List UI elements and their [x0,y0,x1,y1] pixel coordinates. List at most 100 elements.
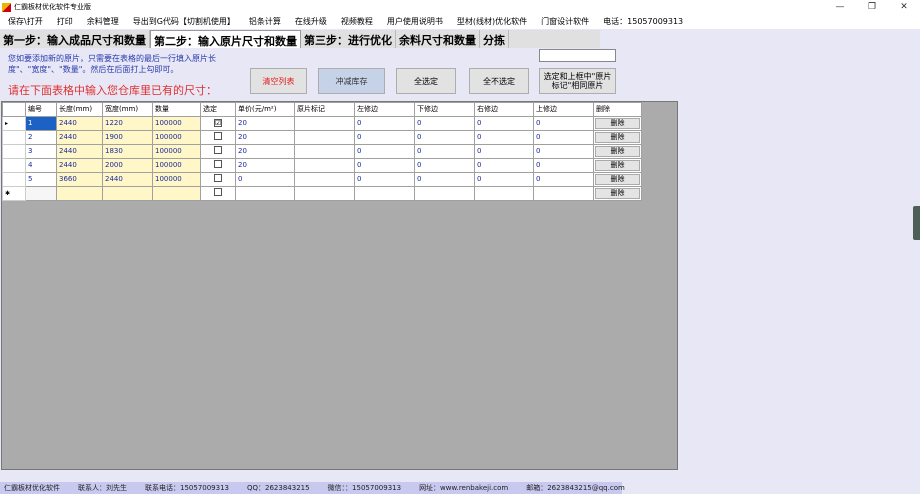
cell-selected[interactable] [200,171,236,187]
selected-checkbox[interactable] [214,188,222,197]
maximize-icon[interactable]: ❐ [856,0,888,14]
menu-save-open[interactable]: 保存\打开 [8,16,43,27]
select-same-mark-button[interactable]: 选定和上框中"原片标记"相同原片 [539,68,616,94]
cell-number[interactable]: 4 [25,157,57,173]
cell-right-trim[interactable]: 0 [474,171,534,187]
col-header-width[interactable]: 宽度(mm) [102,102,153,117]
cell-length[interactable]: 2440 [56,143,103,159]
cell-length[interactable]: 3660 [56,171,103,187]
cell-selected[interactable] [200,157,236,173]
cell-bottom-trim[interactable]: 0 [414,143,475,159]
tab-step3-optimize[interactable]: 第三步：进行优化 [301,30,396,48]
cell-mark[interactable] [294,157,355,173]
cell-quantity[interactable] [152,185,201,201]
col-header-delete[interactable]: 删除 [593,102,642,117]
cell-selected[interactable] [200,185,236,201]
col-header-bottom-trim[interactable]: 下修边 [414,102,475,117]
cell-quantity[interactable]: 100000 [152,143,201,159]
cell-number[interactable]: 1 [25,115,57,131]
row-marker[interactable] [2,129,26,145]
cell-length[interactable] [56,185,103,201]
selected-checkbox[interactable]: ☑ [214,119,222,128]
cell-length[interactable]: 2440 [56,115,103,131]
row-marker[interactable] [2,143,26,159]
cell-number[interactable]: 2 [25,129,57,145]
cell-top-trim[interactable] [533,185,594,201]
cell-price[interactable]: 20 [235,115,295,131]
clear-list-button[interactable]: 清空列表 [250,68,307,94]
deduct-inventory-button[interactable]: 冲减库存 [318,68,385,94]
cell-right-trim[interactable]: 0 [474,129,534,145]
menu-online-upgrade[interactable]: 在线升级 [295,16,327,27]
menu-profile-software[interactable]: 型材(线材)优化软件 [457,16,527,27]
cell-quantity[interactable]: 100000 [152,129,201,145]
select-all-button[interactable]: 全选定 [396,68,456,94]
cell-bottom-trim[interactable] [414,185,475,201]
menu-aluminum-calc[interactable]: 铝条计算 [249,16,281,27]
col-header-left-trim[interactable]: 左修边 [354,102,415,117]
cell-price[interactable]: 0 [235,171,295,187]
cell-number[interactable]: 3 [25,143,57,159]
cell-selected[interactable]: ☑ [200,115,236,131]
cell-right-trim[interactable] [474,185,534,201]
row-marker[interactable] [2,157,26,173]
selected-checkbox[interactable] [214,146,222,155]
cell-length[interactable]: 2440 [56,129,103,145]
row-marker[interactable] [2,171,26,187]
row-marker-current[interactable]: ▸ [2,115,26,131]
col-header-number[interactable]: 编号 [25,102,57,117]
tab-leftover[interactable]: 余料尺寸和数量 [396,30,480,48]
menu-leftover-management[interactable]: 余料管理 [87,16,119,27]
cell-mark[interactable] [294,143,355,159]
selected-checkbox[interactable] [214,174,222,183]
side-scroll-handle[interactable] [913,206,920,240]
cell-mark[interactable] [294,129,355,145]
tab-sorting[interactable]: 分拣 [480,30,509,48]
close-icon[interactable]: ✕ [888,0,920,14]
delete-row-button[interactable]: 删除 [595,117,640,129]
select-none-button[interactable]: 全不选定 [469,68,529,94]
cell-right-trim[interactable]: 0 [474,157,534,173]
cell-bottom-trim[interactable]: 0 [414,171,475,187]
cell-right-trim[interactable]: 0 [474,115,534,131]
cell-width[interactable]: 2000 [102,157,153,173]
cell-left-trim[interactable]: 0 [354,129,415,145]
menu-export-gcode[interactable]: 导出到G代码【切割机使用】 [133,16,235,27]
cell-price[interactable] [235,185,295,201]
cell-bottom-trim[interactable]: 0 [414,129,475,145]
row-marker-new[interactable]: ✱ [2,185,26,201]
delete-row-button[interactable]: 删除 [595,145,640,157]
cell-width[interactable]: 1900 [102,129,153,145]
cell-price[interactable]: 20 [235,143,295,159]
cell-left-trim[interactable]: 0 [354,157,415,173]
menu-print[interactable]: 打印 [57,16,73,27]
cell-top-trim[interactable]: 0 [533,115,594,131]
cell-top-trim[interactable]: 0 [533,171,594,187]
cell-quantity[interactable]: 100000 [152,171,201,187]
tab-step2-sheets[interactable]: 第二步：输入原片尺寸和数量 [150,30,301,48]
cell-left-trim[interactable]: 0 [354,171,415,187]
selected-checkbox[interactable] [214,160,222,169]
col-header-selected[interactable]: 选定 [200,102,236,117]
col-header-length[interactable]: 长度(mm) [56,102,103,117]
cell-width[interactable]: 1830 [102,143,153,159]
cell-price[interactable]: 20 [235,129,295,145]
cell-price[interactable]: 20 [235,157,295,173]
cell-bottom-trim[interactable]: 0 [414,115,475,131]
col-header-right-trim[interactable]: 右修边 [474,102,534,117]
cell-selected[interactable] [200,129,236,145]
cell-length[interactable]: 2440 [56,157,103,173]
cell-left-trim[interactable] [354,185,415,201]
cell-left-trim[interactable]: 0 [354,115,415,131]
cell-mark[interactable] [294,171,355,187]
cell-top-trim[interactable]: 0 [533,129,594,145]
menu-video-tutorial[interactable]: 视频教程 [341,16,373,27]
cell-number[interactable] [25,185,57,201]
cell-quantity[interactable]: 100000 [152,115,201,131]
col-header-price[interactable]: 单价(元/m²) [235,102,295,117]
selected-checkbox[interactable] [214,132,222,141]
cell-top-trim[interactable]: 0 [533,143,594,159]
menu-door-window-software[interactable]: 门窗设计软件 [541,16,589,27]
cell-quantity[interactable]: 100000 [152,157,201,173]
cell-selected[interactable] [200,143,236,159]
